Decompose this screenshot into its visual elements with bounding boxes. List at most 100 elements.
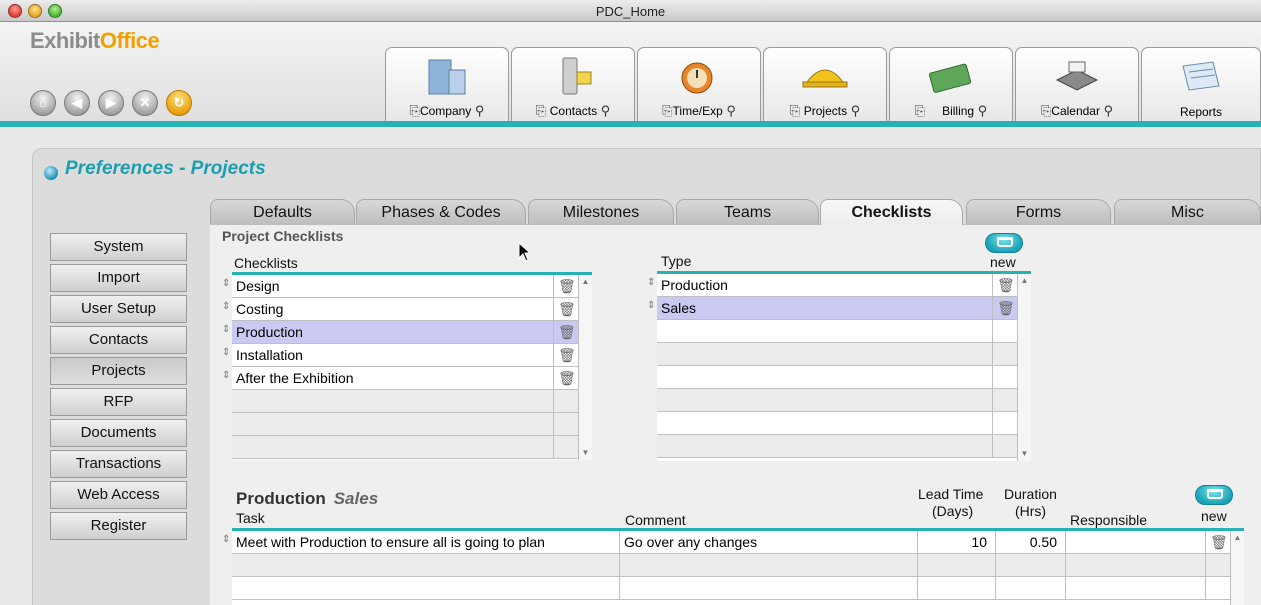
- tasks-scrollbar[interactable]: ▲: [1230, 531, 1244, 605]
- drag-handle-icon[interactable]: ⇕: [647, 278, 655, 288]
- sidebar-item-contacts[interactable]: Contacts: [50, 326, 187, 354]
- hardhat-icon: [802, 69, 848, 88]
- lead-time-cell[interactable]: 10: [918, 531, 996, 553]
- list-item-empty[interactable]: [232, 390, 578, 413]
- trash-icon[interactable]: 🗑: [997, 299, 1015, 317]
- trash-icon[interactable]: 🗑: [558, 277, 576, 295]
- list-item-empty[interactable]: [657, 343, 1017, 366]
- drag-handle-icon[interactable]: ⇕: [222, 325, 230, 335]
- tab-reports-label: Reports: [1179, 105, 1223, 119]
- sidebar-item-register[interactable]: Register: [50, 512, 187, 540]
- trash-icon[interactable]: 🗑: [997, 276, 1015, 294]
- tab-projects[interactable]: ⎘ Projects ⚲: [763, 47, 887, 125]
- tab-calendar[interactable]: ⎘Calendar ⚲: [1015, 47, 1139, 125]
- list-item-empty[interactable]: [232, 413, 578, 436]
- search-icon[interactable]: ⚲: [847, 103, 861, 118]
- tab-milestones[interactable]: Milestones: [528, 199, 674, 225]
- sidebar-item-projects[interactable]: Projects: [50, 357, 187, 385]
- home-icon[interactable]: ⌂: [30, 90, 56, 116]
- trash-icon[interactable]: 🗑: [558, 369, 576, 387]
- search-icon[interactable]: ⚲: [597, 103, 611, 118]
- new-type-button[interactable]: [985, 233, 1023, 253]
- tab-billing[interactable]: ⎘ Billing ⚲: [889, 47, 1013, 125]
- type-scrollbar[interactable]: ▲ ▼: [1017, 274, 1031, 461]
- checklist-name[interactable]: Design: [232, 275, 554, 297]
- list-item[interactable]: Installation 🗑: [232, 344, 578, 367]
- list-item[interactable]: Sales 🗑: [657, 297, 1017, 320]
- search-icon[interactable]: ⚲: [723, 103, 736, 118]
- list-item[interactable]: Production 🗑: [657, 274, 1017, 297]
- tab-defaults[interactable]: Defaults: [210, 199, 355, 225]
- duration-cell[interactable]: 0.50: [996, 531, 1066, 553]
- list-item-empty[interactable]: [657, 366, 1017, 389]
- tab-company[interactable]: ⎘Company ⚲: [385, 47, 509, 125]
- trash-icon[interactable]: 🗑: [558, 300, 576, 318]
- table-row-empty[interactable]: [232, 554, 1230, 577]
- drag-handle-icon[interactable]: ⇕: [222, 348, 230, 358]
- sidebar-item-rfp[interactable]: RFP: [50, 388, 187, 416]
- drag-handle-icon[interactable]: ⇕: [222, 279, 230, 289]
- list-item-empty[interactable]: [657, 389, 1017, 412]
- type-name[interactable]: Production: [657, 274, 993, 296]
- checklist-name[interactable]: Production: [232, 321, 554, 343]
- responsible-cell[interactable]: [1066, 531, 1206, 553]
- drag-handle-icon[interactable]: ⇕: [222, 371, 230, 381]
- drag-handle-icon[interactable]: ⇕: [647, 301, 655, 311]
- lead-time-units: (Days): [932, 503, 974, 519]
- duration-header: Duration: [1004, 486, 1057, 502]
- tab-teams[interactable]: Teams: [676, 199, 819, 225]
- type-name[interactable]: Sales: [657, 297, 993, 319]
- calendar-icon: [1055, 61, 1099, 91]
- new-type-label: new: [990, 254, 1016, 270]
- search-icon[interactable]: ⚲: [1100, 103, 1114, 118]
- list-item-empty[interactable]: [657, 435, 1017, 458]
- tab-billing-label: Billing: [942, 104, 975, 118]
- checklist-name[interactable]: Costing: [232, 298, 554, 320]
- building-icon: [428, 59, 466, 95]
- sidebar-item-web-access[interactable]: Web Access: [50, 481, 187, 509]
- tab-phases-codes[interactable]: Phases & Codes: [356, 199, 526, 225]
- comment-cell[interactable]: Go over any changes: [620, 531, 918, 553]
- reports-icon: [1182, 61, 1220, 91]
- sidebar-item-transactions[interactable]: Transactions: [50, 450, 187, 478]
- task-cell[interactable]: Meet with Production to ensure all is go…: [232, 531, 620, 553]
- search-icon[interactable]: ⚲: [974, 103, 988, 118]
- checklist-name[interactable]: Installation: [232, 344, 554, 366]
- trash-icon[interactable]: 🗑: [558, 346, 576, 364]
- list-item[interactable]: After the Exhibition 🗑: [232, 367, 578, 390]
- sidebar-item-documents[interactable]: Documents: [50, 419, 187, 447]
- checklists-scrollbar[interactable]: ▲ ▼: [578, 275, 592, 460]
- table-row[interactable]: Meet with Production to ensure all is go…: [232, 531, 1230, 554]
- tab-time-exp[interactable]: ⎘Time/Exp ⚲: [637, 47, 761, 125]
- tab-checklists[interactable]: Checklists: [820, 199, 963, 225]
- cancel-icon[interactable]: ✕: [132, 90, 158, 116]
- tab-contacts[interactable]: ⎘ Contacts ⚲: [511, 47, 635, 125]
- search-icon[interactable]: ⚲: [471, 103, 485, 118]
- table-row-empty[interactable]: [232, 577, 1230, 600]
- sidebar-item-import[interactable]: Import: [50, 264, 187, 292]
- money-icon: [929, 63, 972, 93]
- drag-handle-icon[interactable]: ⇕: [222, 302, 230, 312]
- list-item[interactable]: Production 🗑: [232, 321, 578, 344]
- type-list: Production 🗑 Sales 🗑 ▲ ▼: [657, 271, 1031, 461]
- type-column-header: Type: [661, 253, 692, 269]
- tab-misc[interactable]: Misc: [1114, 199, 1261, 225]
- list-item[interactable]: Costing 🗑: [232, 298, 578, 321]
- list-item[interactable]: Design 🗑: [232, 275, 578, 298]
- sidebar-item-system[interactable]: System: [50, 233, 187, 261]
- back-icon[interactable]: ◀: [64, 90, 90, 116]
- app-logo: ExhibitOffice: [30, 28, 160, 53]
- sidebar-item-user-setup[interactable]: User Setup: [50, 295, 187, 323]
- list-item-empty[interactable]: [232, 436, 578, 459]
- new-task-button[interactable]: [1195, 485, 1233, 505]
- tab-reports[interactable]: Reports: [1141, 47, 1261, 125]
- sync-icon[interactable]: ↻: [166, 90, 192, 116]
- trash-icon[interactable]: 🗑: [558, 323, 576, 341]
- drag-handle-icon[interactable]: ⇕: [222, 535, 230, 545]
- list-item-empty[interactable]: [657, 412, 1017, 435]
- trash-icon[interactable]: 🗑: [1210, 533, 1228, 551]
- checklist-name[interactable]: After the Exhibition: [232, 367, 554, 389]
- list-item-empty[interactable]: [657, 320, 1017, 343]
- tab-forms[interactable]: Forms: [966, 199, 1111, 225]
- forward-icon[interactable]: ▶: [98, 90, 124, 116]
